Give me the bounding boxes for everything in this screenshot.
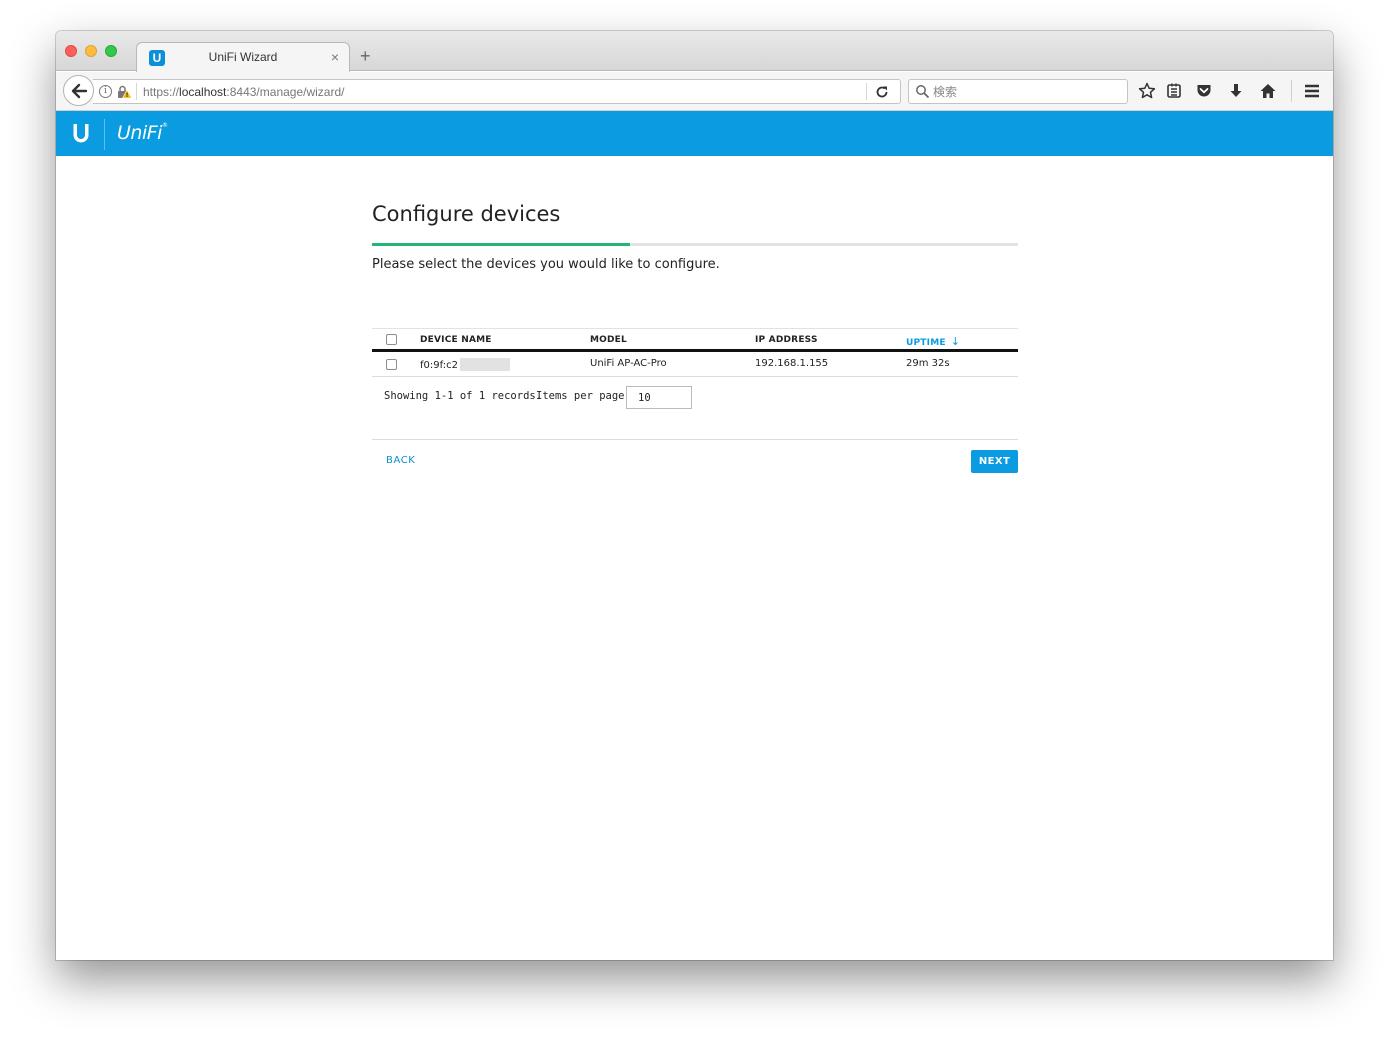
- sort-descending-icon: ↓: [950, 335, 961, 348]
- back-arrow-icon: [71, 83, 88, 99]
- toolbar-separator: [1291, 80, 1292, 102]
- navigation-toolbar: i https://localhost:8443/manage/wizard/: [56, 72, 1333, 111]
- page-title: Configure devices: [372, 202, 561, 226]
- close-window-button[interactable]: [65, 45, 77, 57]
- url-separator: [136, 83, 137, 100]
- new-tab-button[interactable]: +: [360, 47, 371, 65]
- column-header-model[interactable]: MODEL: [590, 335, 627, 345]
- minimize-window-button[interactable]: [85, 45, 97, 57]
- back-link[interactable]: BACK: [386, 455, 415, 466]
- wizard-progress-bar: [372, 243, 1018, 246]
- search-input[interactable]: [933, 83, 1113, 101]
- registered-mark: ®: [161, 122, 168, 129]
- tab-strip: U UniFi Wizard × +: [56, 31, 1333, 72]
- ip-address-cell: 192.168.1.155: [755, 358, 829, 369]
- column-header-ip-address[interactable]: IP ADDRESS: [755, 335, 818, 345]
- select-all-checkbox[interactable]: [386, 334, 397, 345]
- wizard-progress-fill: [372, 243, 631, 246]
- download-icon[interactable]: [1227, 82, 1245, 100]
- redacted-block: [460, 358, 511, 371]
- items-per-page-input[interactable]: [626, 386, 692, 409]
- column-header-uptime-label: UPTIME: [906, 338, 946, 348]
- model-cell: UniFi AP-AC-Pro: [590, 358, 667, 369]
- tab-title: UniFi Wizard: [208, 50, 278, 64]
- items-per-page-label: Items per page:: [536, 390, 631, 402]
- ubiquiti-logo-icon[interactable]: [72, 123, 90, 144]
- app-header: UniFi®: [56, 111, 1333, 156]
- maximize-window-button[interactable]: [105, 45, 117, 57]
- next-button[interactable]: NEXT: [971, 450, 1018, 473]
- wizard-instructions: Please select the devices you would like…: [372, 257, 720, 272]
- device-name-text: f0:9f:c2: [420, 360, 459, 371]
- unifi-favicon-icon: U: [149, 50, 165, 66]
- device-name-cell: f0:9f:c2: [420, 358, 511, 371]
- table-pager: Showing 1-1 of 1 records. Items per page…: [372, 377, 1018, 413]
- bookmarks-list-icon[interactable]: [1165, 82, 1183, 100]
- column-header-device-name[interactable]: DEVICE NAME: [420, 335, 492, 345]
- insecure-lock-icon[interactable]: [116, 84, 132, 100]
- reload-icon[interactable]: [874, 84, 890, 100]
- unifi-logo[interactable]: UniFi®: [117, 122, 168, 144]
- header-divider: [104, 119, 105, 150]
- unifi-logo-text: UniFi: [117, 122, 162, 144]
- url-text[interactable]: https://localhost:8443/manage/wizard/: [143, 85, 344, 99]
- back-button[interactable]: [63, 75, 94, 106]
- url-separator: [866, 83, 867, 100]
- hamburger-menu-icon[interactable]: [1303, 82, 1321, 100]
- url-host: localhost: [179, 85, 227, 99]
- browser-tab-unifi-wizard[interactable]: U UniFi Wizard ×: [136, 42, 350, 72]
- table-row[interactable]: f0:9f:c2 UniFi AP-AC-Pro 192.168.1.155 2…: [372, 352, 1018, 377]
- browser-window: U UniFi Wizard × + i https://localhost:8…: [56, 31, 1333, 960]
- column-header-uptime[interactable]: UPTIME ↓: [906, 335, 960, 348]
- search-icon: [916, 85, 930, 99]
- uptime-cell: 29m 32s: [906, 358, 950, 369]
- footer-divider: [372, 439, 1018, 440]
- tab-close-icon[interactable]: ×: [331, 49, 339, 65]
- table-header-row: DEVICE NAME MODEL IP ADDRESS UPTIME ↓: [372, 328, 1018, 352]
- url-path: :8443/manage/wizard/: [226, 85, 345, 99]
- pocket-icon[interactable]: [1195, 82, 1213, 100]
- records-count-text: Showing 1-1 of 1 records.: [384, 390, 543, 402]
- bookmark-star-icon[interactable]: [1138, 82, 1156, 100]
- row-select-checkbox[interactable]: [386, 359, 397, 370]
- url-scheme: https://: [143, 85, 180, 99]
- search-bar[interactable]: [908, 79, 1128, 104]
- site-info-icon[interactable]: i: [99, 85, 112, 98]
- devices-table: DEVICE NAME MODEL IP ADDRESS UPTIME ↓ f0:…: [372, 328, 1018, 413]
- url-bar[interactable]: i https://localhost:8443/manage/wizard/: [93, 79, 901, 104]
- home-icon[interactable]: [1259, 82, 1277, 100]
